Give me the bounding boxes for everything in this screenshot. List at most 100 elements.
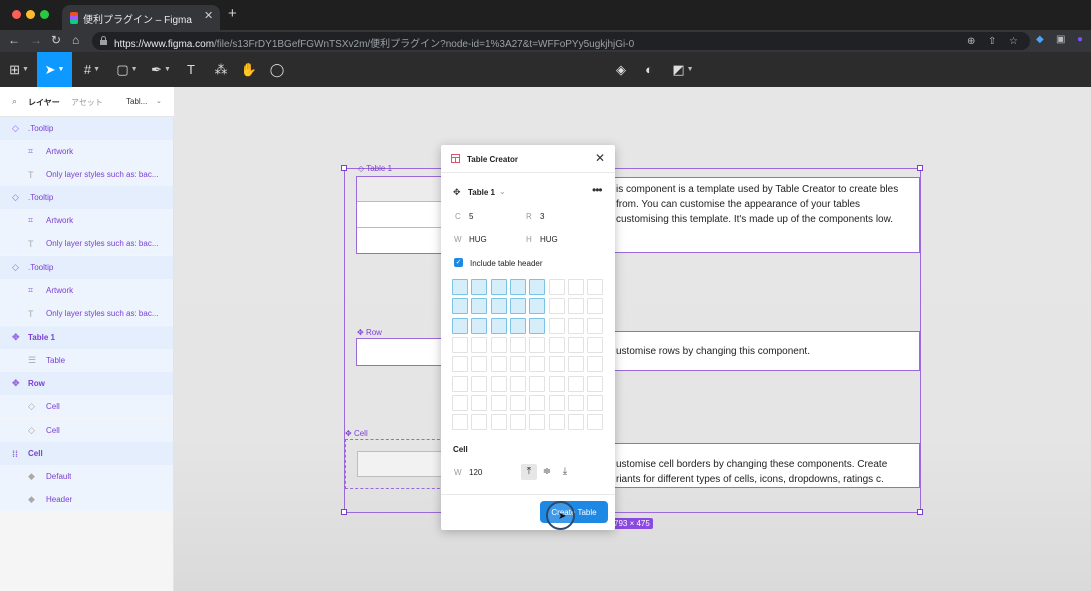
layer-row[interactable]: ☰ Table: [0, 349, 173, 372]
boolean-tool-button[interactable]: ◩ ▼: [668, 52, 698, 87]
bookmark-star-icon[interactable]: ☆: [1009, 36, 1018, 47]
hand-tool-button[interactable]: ✋: [238, 52, 260, 87]
resources-tool-button[interactable]: ⁂: [210, 52, 232, 87]
grid-cell[interactable]: [471, 356, 488, 373]
close-icon[interactable]: ✕: [595, 151, 605, 165]
layer-row[interactable]: ⌗ Artwork: [0, 279, 173, 302]
grid-cell[interactable]: [509, 279, 526, 295]
url-field[interactable]: https://www.figma.com/file/s13FrDY1BGefF…: [92, 32, 1030, 50]
grid-cell[interactable]: [567, 336, 584, 353]
table-size-grid[interactable]: [452, 279, 607, 434]
table-component-label[interactable]: ◇ Table 1: [358, 164, 392, 173]
grid-cell[interactable]: [509, 356, 526, 373]
grid-cell[interactable]: [548, 356, 565, 373]
row-component[interactable]: [356, 338, 446, 366]
resize-handle[interactable]: [341, 509, 347, 515]
table-component[interactable]: [356, 176, 446, 254]
minimize-window-button[interactable]: [26, 10, 35, 19]
profile-avatar-icon[interactable]: ●: [1077, 34, 1083, 45]
close-window-button[interactable]: [12, 10, 21, 19]
layer-row[interactable]: ◇ Cell: [0, 419, 173, 442]
grid-cell[interactable]: [567, 375, 584, 392]
zoom-icon[interactable]: ⊕: [967, 36, 975, 47]
grid-cell[interactable]: [587, 356, 604, 373]
grid-cell[interactable]: [452, 356, 468, 373]
grid-cell[interactable]: [567, 317, 584, 334]
shape-tool-button[interactable]: ▢ ▼: [112, 52, 142, 87]
grid-cell[interactable]: [529, 394, 546, 411]
grid-cell[interactable]: [567, 279, 584, 295]
layer-row[interactable]: T Only layer styles such as: bac...: [0, 302, 173, 325]
share-icon[interactable]: ⇧: [988, 36, 996, 47]
layer-row[interactable]: ◆ Header: [0, 488, 173, 511]
tab-layers[interactable]: レイヤー: [28, 97, 60, 108]
layer-row[interactable]: ◇ Cell: [0, 395, 173, 418]
search-icon[interactable]: ⌕: [12, 96, 17, 107]
grid-cell[interactable]: [548, 414, 565, 431]
grid-cell[interactable]: [452, 317, 468, 334]
grid-cell[interactable]: [587, 375, 604, 392]
grid-cell[interactable]: [471, 317, 488, 334]
cell-variants-frame[interactable]: [345, 439, 445, 489]
grid-cell[interactable]: [548, 279, 565, 295]
grid-cell[interactable]: [452, 394, 468, 411]
extension-icon[interactable]: ◆: [1036, 34, 1044, 45]
grid-cell[interactable]: [529, 336, 546, 353]
layer-row[interactable]: ◇ .Tooltip: [0, 256, 173, 279]
layer-row[interactable]: T Only layer styles such as: bac...: [0, 232, 173, 255]
grid-cell[interactable]: [529, 279, 546, 295]
align-bottom-icon[interactable]: ⤓: [557, 464, 573, 480]
grid-cell[interactable]: [548, 394, 565, 411]
layer-row[interactable]: ◇ .Tooltip: [0, 117, 173, 140]
grid-cell[interactable]: [490, 394, 507, 411]
layer-row[interactable]: T Only layer styles such as: bac...: [0, 163, 173, 186]
grid-cell[interactable]: [529, 375, 546, 392]
maximize-window-button[interactable]: [40, 10, 49, 19]
grid-cell[interactable]: [471, 298, 488, 315]
grid-cell[interactable]: [490, 336, 507, 353]
back-icon[interactable]: ←: [8, 33, 20, 47]
new-tab-button[interactable]: +: [228, 6, 237, 21]
grid-cell[interactable]: [587, 298, 604, 315]
resize-handle[interactable]: [917, 509, 923, 515]
grid-cell[interactable]: [452, 279, 468, 295]
columns-input[interactable]: 5: [469, 212, 473, 221]
tab-assets[interactable]: アセット: [71, 97, 103, 108]
layer-row[interactable]: ⌗ Artwork: [0, 140, 173, 163]
grid-cell[interactable]: [452, 298, 468, 315]
table-select[interactable]: Table 1: [468, 188, 495, 197]
browser-tab[interactable]: 便利プラグイン – Figma ✕: [62, 5, 220, 30]
grid-cell[interactable]: [548, 317, 565, 334]
grid-cell[interactable]: [509, 336, 526, 353]
grid-cell[interactable]: [567, 298, 584, 315]
grid-cell[interactable]: [587, 414, 604, 431]
grid-cell[interactable]: [490, 414, 507, 431]
layer-row[interactable]: ✥ Table 1: [0, 326, 173, 349]
grid-cell[interactable]: [490, 298, 507, 315]
forward-icon[interactable]: →: [30, 33, 42, 47]
grid-cell[interactable]: [509, 375, 526, 392]
home-icon[interactable]: ⌂: [72, 33, 79, 47]
grid-cell[interactable]: [587, 279, 604, 295]
grid-cell[interactable]: [587, 336, 604, 353]
grid-cell[interactable]: [567, 394, 584, 411]
include-header-checkbox[interactable]: ✓: [454, 258, 463, 267]
grid-cell[interactable]: [548, 375, 565, 392]
grid-cell[interactable]: [490, 279, 507, 295]
grid-cell[interactable]: [452, 336, 468, 353]
frame-tool-button[interactable]: # ▼: [78, 52, 106, 87]
grid-cell[interactable]: [509, 298, 526, 315]
grid-cell[interactable]: [471, 279, 488, 295]
layer-row[interactable]: ◇ .Tooltip: [0, 186, 173, 209]
page-selector[interactable]: Tabl...: [126, 97, 147, 106]
grid-cell[interactable]: [471, 375, 488, 392]
cell-default-variant[interactable]: [357, 451, 445, 477]
grid-cell[interactable]: [567, 356, 584, 373]
cell-width-input[interactable]: 120: [469, 468, 482, 477]
row-component-label[interactable]: ✥ Row: [357, 328, 382, 337]
rows-input[interactable]: 3: [540, 212, 544, 221]
text-tool-button[interactable]: T: [180, 52, 202, 87]
layer-row[interactable]: ⌗ Artwork: [0, 209, 173, 232]
grid-cell[interactable]: [529, 298, 546, 315]
reload-icon[interactable]: ↻: [51, 33, 61, 47]
